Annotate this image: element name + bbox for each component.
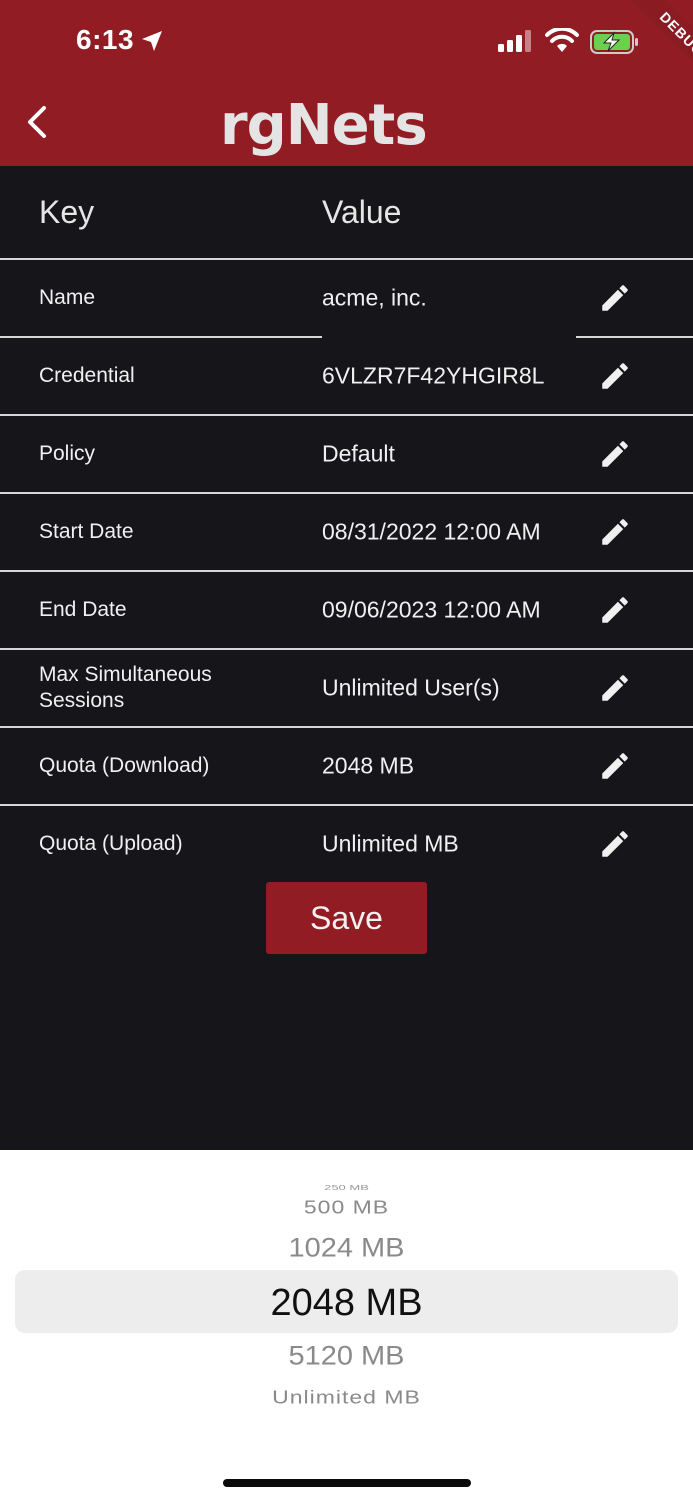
wifi-icon — [545, 28, 579, 52]
table-row-policy: Policy Default — [0, 416, 693, 494]
row-key: Quota (Download) — [39, 754, 210, 777]
battery-charging-icon — [590, 30, 638, 54]
row-key: Credential — [39, 364, 135, 387]
table-row-quota-upload: Quota (Upload) Unlimited MB — [0, 806, 693, 882]
status-time: 6:13 — [76, 24, 135, 55]
row-value: 08/31/2022 12:00 AM — [322, 518, 541, 545]
table-row-end-date: End Date 09/06/2023 12:00 AM — [0, 572, 693, 650]
save-button[interactable]: Save — [266, 882, 427, 954]
table-row-name: Name acme, inc. — [0, 260, 693, 338]
row-key: Policy — [39, 442, 96, 465]
row-key: Max Simultaneous Sessions — [39, 663, 212, 712]
pencil-edit-icon[interactable] — [598, 437, 632, 471]
table-row-quota-download: Quota (Download) 2048 MB — [0, 728, 693, 806]
table-header: Key Value — [0, 166, 693, 260]
row-value: Default — [322, 440, 395, 467]
home-indicator[interactable] — [223, 1479, 471, 1487]
row-key: Quota (Upload) — [39, 832, 183, 855]
picker-option[interactable]: 5120 MB — [0, 1341, 693, 1371]
picker-option-selected[interactable]: 2048 MB — [0, 1282, 693, 1325]
row-key: Name — [39, 286, 96, 309]
back-button[interactable] — [20, 100, 56, 144]
pencil-edit-icon[interactable] — [598, 281, 632, 315]
picker-option[interactable]: 500 MB — [0, 1197, 693, 1219]
row-value: Unlimited MB — [322, 830, 459, 857]
table-row-start-date: Start Date 08/31/2022 12:00 AM — [0, 494, 693, 572]
pencil-edit-icon[interactable] — [598, 749, 632, 783]
row-value: 2048 MB — [322, 752, 415, 779]
row-key: End Date — [39, 598, 127, 621]
pencil-edit-icon[interactable] — [598, 515, 632, 549]
pencil-edit-icon[interactable] — [598, 593, 632, 627]
row-value: Unlimited User(s) — [322, 674, 500, 701]
row-value: 6VLZR7F42YHGIR8L — [322, 362, 545, 389]
row-key: Start Date — [39, 520, 134, 543]
pencil-edit-icon[interactable] — [598, 827, 632, 861]
key-column-header: Key — [39, 194, 95, 230]
location-arrow-icon — [142, 31, 162, 51]
pencil-edit-icon[interactable] — [598, 671, 632, 705]
row-value: acme, inc. — [322, 284, 427, 311]
pencil-edit-icon[interactable] — [598, 359, 632, 393]
table-row-max-sessions: Max Simultaneous Sessions Unlimited User… — [0, 650, 693, 728]
rgnets-logo: rgNets — [220, 93, 428, 158]
picker-option[interactable]: 250 MB — [0, 1183, 693, 1191]
picker-option[interactable]: 1024 MB — [0, 1233, 693, 1263]
table-row-credential: Credential 6VLZR7F42YHGIR8L — [0, 338, 693, 416]
value-column-header: Value — [322, 194, 402, 230]
row-value: 09/06/2023 12:00 AM — [322, 596, 541, 623]
signal-icon — [498, 30, 531, 52]
key-value-table: Key Value Name acme, inc. Credential 6VL… — [0, 166, 693, 882]
picker-option[interactable]: Unlimited MB — [0, 1387, 693, 1409]
app-header: 6:13 DEBUG rgNets — [0, 0, 693, 166]
quota-picker[interactable]: 250 MB 500 MB 1024 MB 2048 MB 5120 MB Un… — [0, 1150, 693, 1500]
